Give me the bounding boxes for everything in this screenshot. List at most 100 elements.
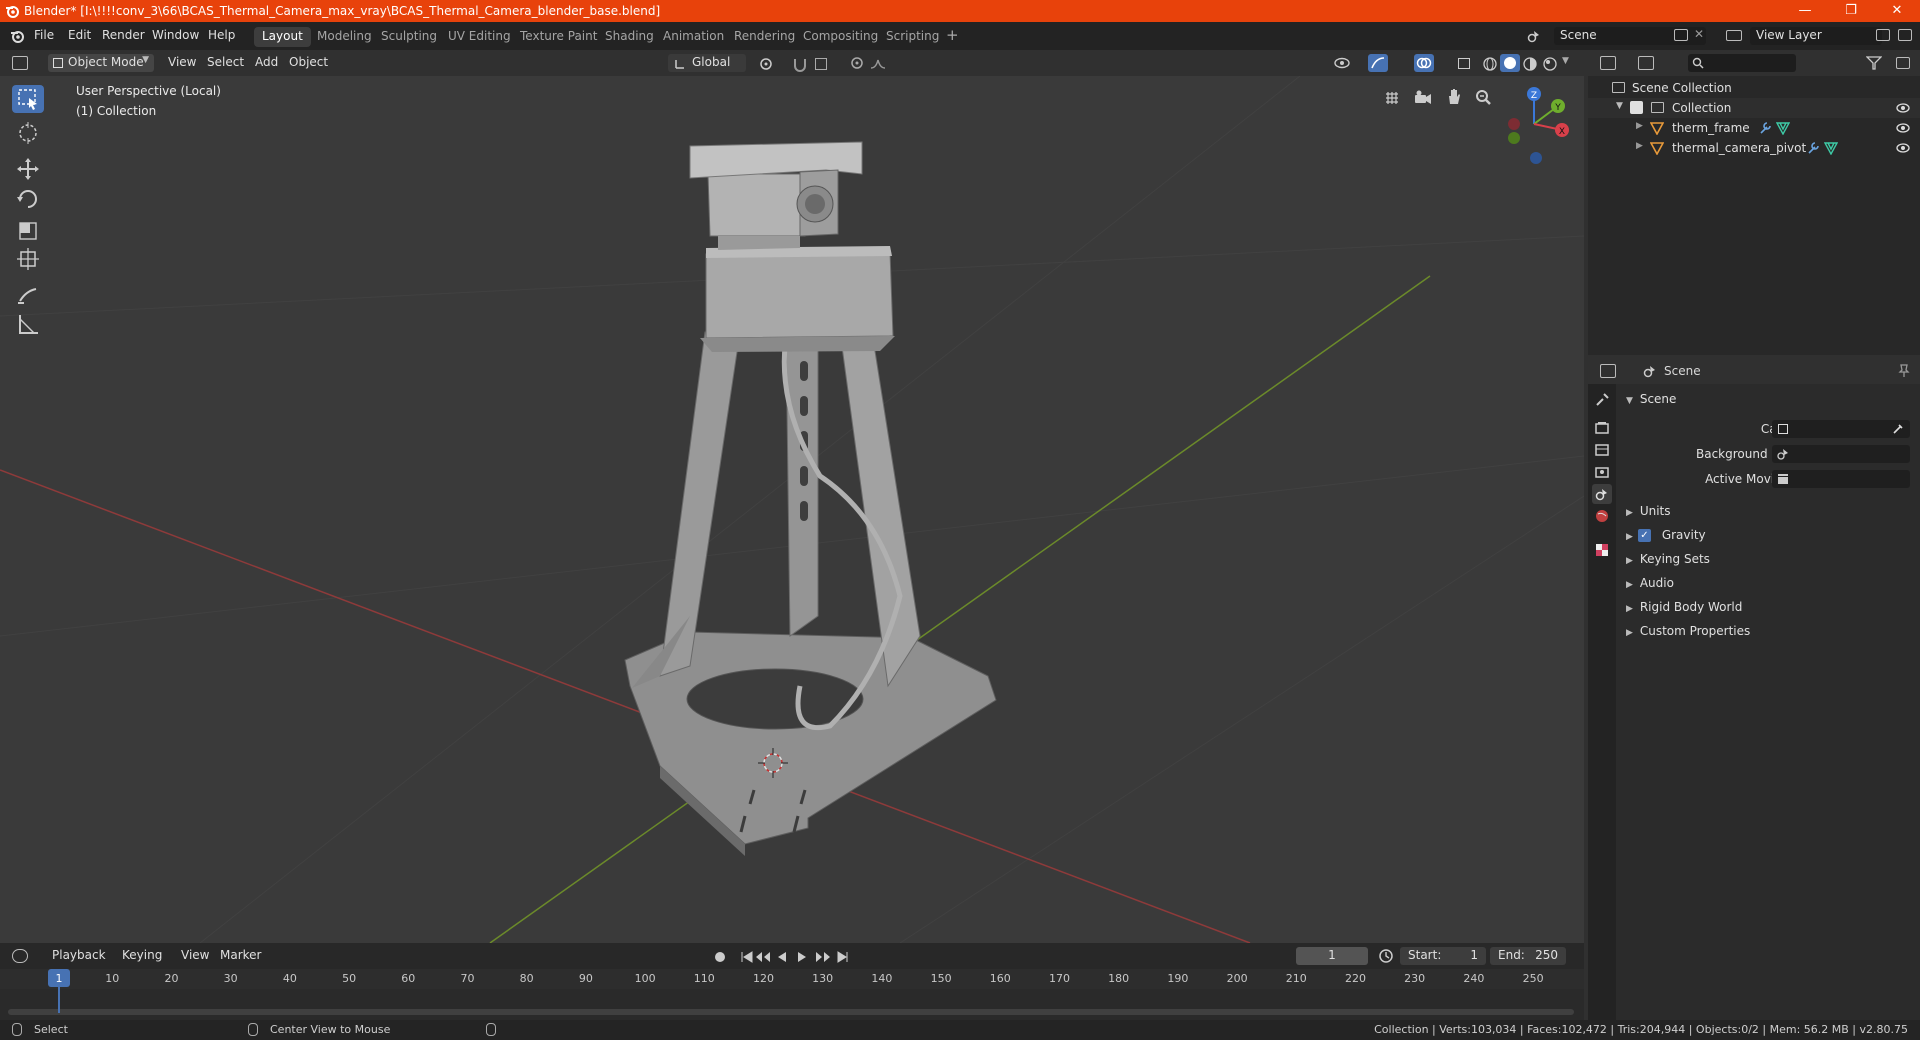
view-layer-field[interactable]: View Layer [1750, 27, 1882, 45]
add-workspace-icon[interactable]: + [946, 26, 959, 44]
properties-editor-icon[interactable] [1600, 364, 1616, 378]
wireframe-shading-icon[interactable] [1482, 56, 1498, 72]
expand-object-icon[interactable]: ▶ [1636, 121, 1643, 131]
tab-tool[interactable] [1592, 390, 1612, 410]
start-frame-field[interactable]: Start: 1 [1400, 947, 1486, 965]
snap-target-icon[interactable] [815, 58, 827, 70]
selectability-icon[interactable] [1334, 56, 1352, 70]
tab-scene[interactable] [1592, 484, 1612, 504]
cursor-tool[interactable] [12, 119, 44, 147]
outliner-row-collection[interactable]: ▼ Collection [1588, 98, 1920, 118]
eyedropper-icon[interactable] [1892, 423, 1904, 435]
end-frame-field[interactable]: End: 250 [1490, 947, 1566, 965]
viewport-menu-view[interactable]: View [168, 55, 196, 69]
timeline-menu-marker[interactable]: Marker [220, 948, 261, 962]
tab-output[interactable] [1592, 440, 1612, 460]
expand-object-icon[interactable]: ▶ [1636, 141, 1643, 151]
record-icon[interactable] [715, 952, 725, 962]
current-frame-field[interactable]: 1 [1296, 947, 1368, 965]
3d-viewport[interactable]: User Perspective (Local) (1) Collection … [0, 76, 1584, 943]
pivot-point-icon[interactable] [758, 56, 778, 72]
collection-checkbox[interactable] [1630, 101, 1643, 114]
tab-sculpting[interactable]: Sculpting [373, 27, 445, 47]
outliner-search-input[interactable] [1688, 54, 1796, 72]
tab-animation[interactable]: Animation [655, 27, 732, 47]
units-panel-header[interactable]: ▶ Units [1626, 504, 1671, 518]
scene-icon[interactable] [1526, 28, 1542, 44]
tab-texture[interactable] [1592, 540, 1612, 560]
tab-scripting[interactable]: Scripting [878, 27, 947, 47]
menu-edit[interactable]: Edit [68, 28, 91, 42]
xray-icon[interactable] [1458, 58, 1470, 69]
menu-render[interactable]: Render [102, 28, 145, 42]
prev-keyframe-icon[interactable] [756, 952, 770, 962]
gizmo-toggle-icon[interactable] [1368, 54, 1388, 72]
tab-render[interactable] [1592, 418, 1612, 438]
playback-controls[interactable] [712, 949, 852, 965]
tab-uv-editing[interactable]: UV Editing [440, 27, 519, 47]
solid-shading-icon[interactable] [1500, 54, 1520, 72]
tab-compositing[interactable]: Compositing [795, 27, 886, 47]
move-tool[interactable] [12, 155, 44, 183]
gravity-panel-header[interactable]: ▶ ✓ Gravity [1626, 528, 1706, 542]
new-collection-icon[interactable] [1896, 57, 1910, 69]
rotate-tool[interactable] [12, 185, 44, 213]
jump-end-icon[interactable] [837, 951, 848, 963]
jump-start-icon[interactable] [741, 951, 753, 963]
expand-collection-icon[interactable]: ▼ [1616, 101, 1623, 111]
new-view-layer-icon[interactable] [1876, 29, 1890, 41]
pan-view-icon[interactable] [1446, 88, 1462, 106]
menu-help[interactable]: Help [208, 28, 235, 42]
viewport-menu-object[interactable]: Object [289, 55, 328, 69]
annotate-tool[interactable] [12, 281, 44, 309]
camera-field[interactable] [1772, 420, 1910, 438]
timeline-scrollbar[interactable] [8, 1009, 1574, 1015]
overlays-icon[interactable] [1414, 54, 1434, 72]
audio-panel-header[interactable]: ▶ Audio [1626, 576, 1674, 590]
thermal-camera-model[interactable] [624, 141, 997, 856]
next-keyframe-icon[interactable] [816, 952, 830, 962]
menu-window[interactable]: Window [152, 28, 199, 42]
camera-view-icon[interactable] [1414, 90, 1432, 106]
blender-menu-icon[interactable] [9, 28, 25, 44]
viewport-menu-select[interactable]: Select [207, 55, 244, 69]
tab-world[interactable] [1592, 506, 1612, 526]
shading-options-icon[interactable]: ▼ [1562, 56, 1569, 66]
maximize-button[interactable]: ❐ [1828, 0, 1874, 22]
select-box-tool[interactable] [12, 85, 44, 113]
tab-view-layer[interactable] [1592, 462, 1612, 482]
rendered-shading-icon[interactable] [1542, 56, 1558, 72]
view-layer-icon[interactable] [1726, 30, 1742, 41]
delete-scene-icon[interactable]: ✕ [1694, 27, 1704, 41]
material-shading-icon[interactable] [1522, 56, 1538, 72]
close-button[interactable]: ✕ [1874, 0, 1920, 22]
active-movie-clip-field[interactable] [1772, 470, 1910, 488]
outliner-row-thermal-camera-pivot[interactable]: ▶ thermal_camera_pivot [1588, 138, 1920, 158]
visibility-eye-icon[interactable] [1896, 122, 1910, 134]
outliner-editor-icon[interactable] [1600, 56, 1616, 70]
outliner-row-therm-frame[interactable]: ▶ therm_frame [1588, 118, 1920, 138]
background-scene-field[interactable] [1772, 445, 1910, 463]
tab-texture-paint[interactable]: Texture Paint [512, 27, 605, 47]
timeline-editor-icon[interactable] [12, 949, 28, 963]
keying-sets-panel-header[interactable]: ▶ Keying Sets [1626, 552, 1710, 566]
remove-view-layer-icon[interactable] [1898, 29, 1912, 41]
visibility-eye-icon[interactable] [1896, 142, 1910, 154]
new-scene-icon[interactable] [1674, 29, 1688, 41]
visibility-eye-icon[interactable] [1896, 102, 1910, 114]
preview-range-icon[interactable] [1378, 948, 1394, 964]
timeline-menu-playback[interactable]: Playback [52, 948, 106, 962]
viewport-menu-add[interactable]: Add [255, 55, 278, 69]
tab-rendering[interactable]: Rendering [726, 27, 803, 47]
proportional-editing-icon[interactable] [850, 56, 864, 70]
filter-icon[interactable] [1866, 56, 1882, 70]
tab-layout[interactable]: Layout [254, 27, 311, 47]
custom-properties-panel-header[interactable]: ▶ Custom Properties [1626, 624, 1750, 638]
gravity-checkbox[interactable]: ✓ [1638, 529, 1651, 542]
pin-icon[interactable] [1898, 364, 1910, 378]
zoom-view-icon[interactable] [1474, 88, 1492, 106]
minimize-button[interactable]: — [1782, 0, 1828, 22]
menu-file[interactable]: File [34, 28, 54, 42]
play-icon[interactable] [798, 952, 806, 962]
transform-tool[interactable] [12, 245, 44, 273]
